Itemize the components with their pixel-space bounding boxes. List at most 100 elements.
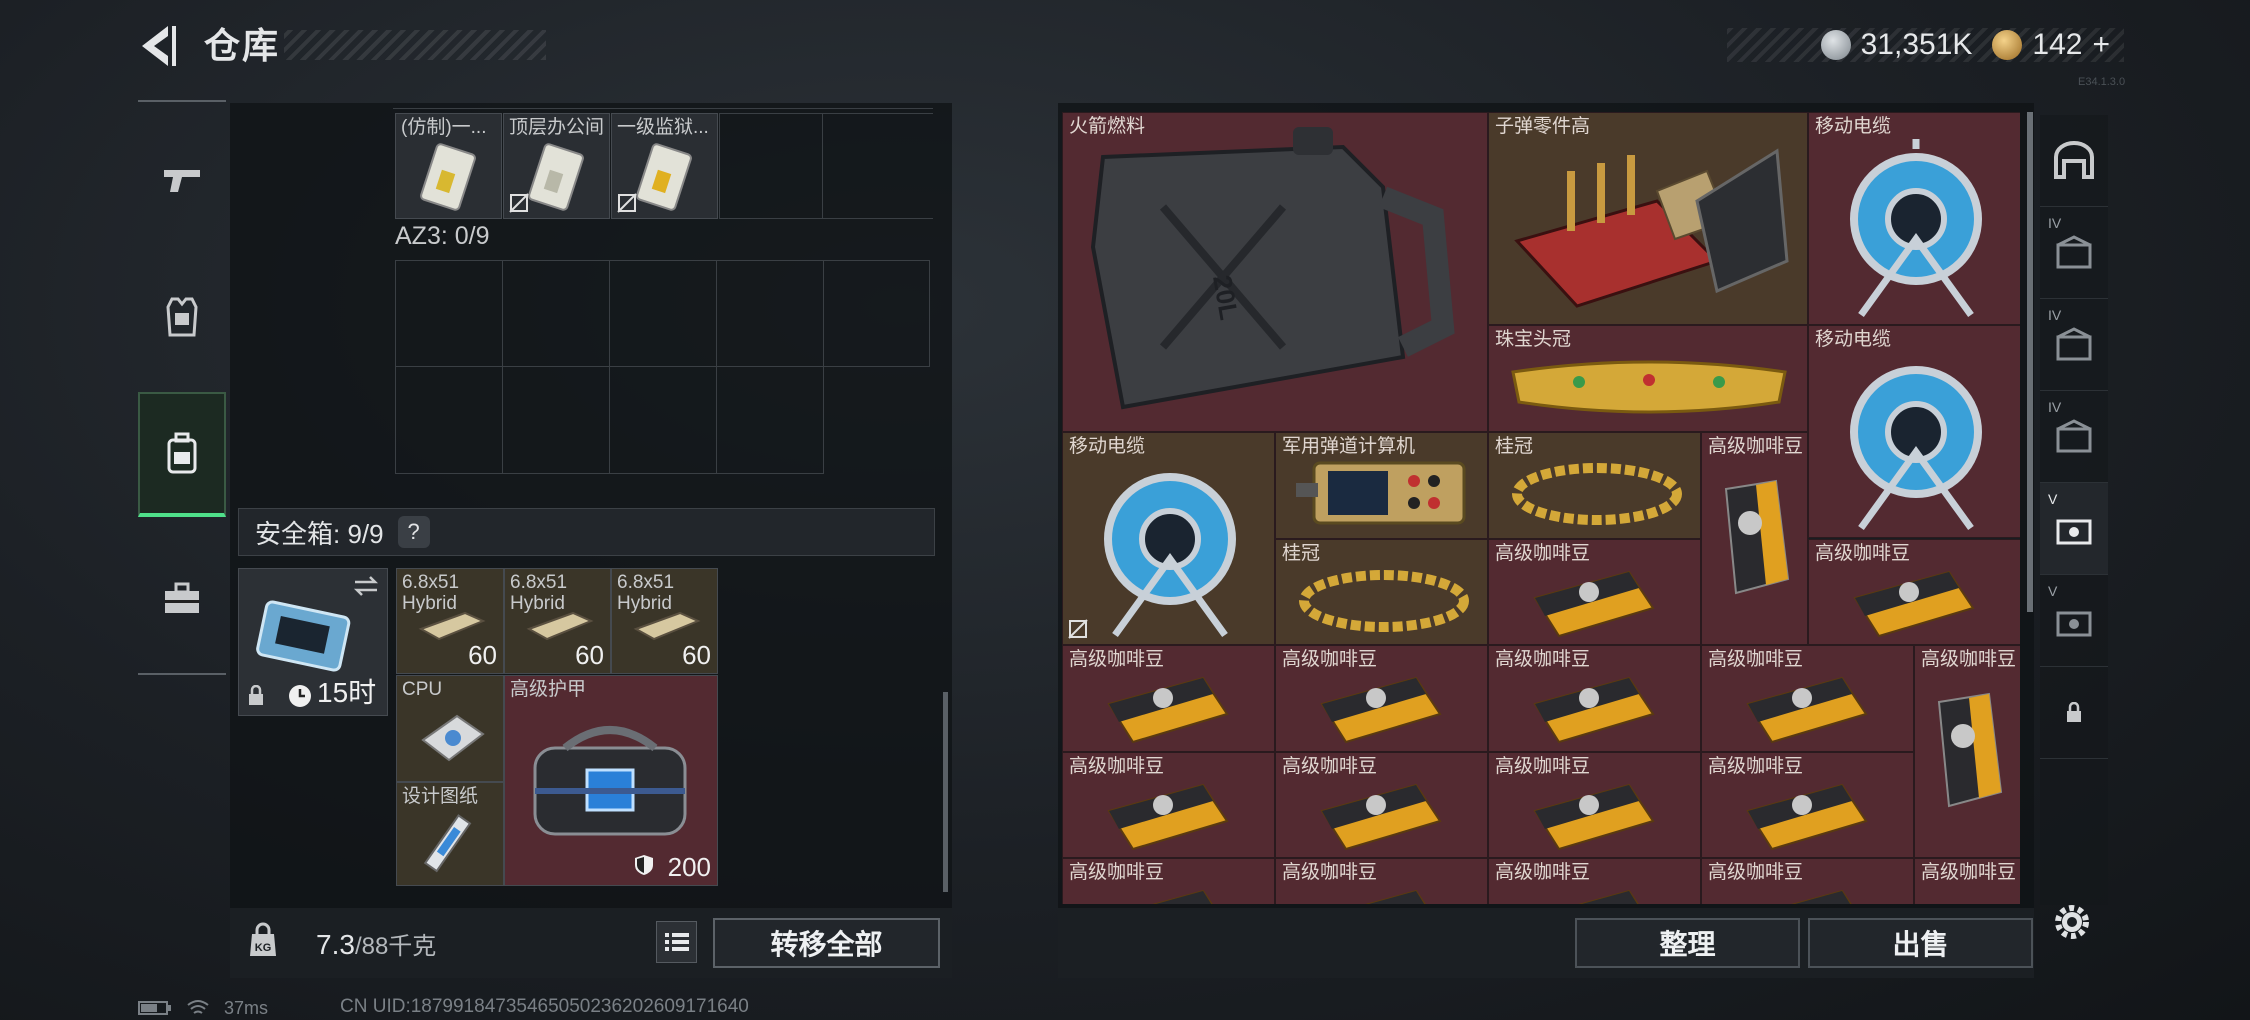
warehouse-icon — [2056, 519, 2092, 544]
premium-coffee-item[interactable]: 高级咖啡豆 — [1275, 858, 1488, 904]
armor-vest-icon — [166, 297, 198, 337]
item-label: 军用弹道计算机 — [1282, 436, 1416, 457]
ammo-box-icon — [418, 611, 486, 641]
lock-icon — [2067, 701, 2081, 722]
premium-coffee-item[interactable]: 高级咖啡豆 — [1914, 645, 2020, 858]
sell-button[interactable]: 出售 — [1808, 918, 2033, 968]
add-gold-button[interactable]: + — [2092, 28, 2110, 62]
stash-tab-iv-2[interactable]: IV — [2040, 299, 2108, 391]
item-label: 高级咖啡豆 — [1069, 862, 1165, 883]
key-card-icon — [636, 143, 692, 211]
transfer-all-button[interactable]: 转移全部 — [713, 918, 940, 968]
uid-label: CN UID:187991847354650502362026091716​40 — [340, 996, 749, 1017]
stash-scrollbar[interactable] — [2027, 112, 2033, 612]
premium-coffee-item[interactable]: 高级咖啡豆 — [1062, 645, 1275, 752]
coffee-bag-icon — [1746, 783, 1868, 851]
tab-case[interactable] — [138, 554, 226, 644]
grid-cell[interactable] — [716, 260, 824, 367]
left-scrollbar[interactable] — [943, 692, 948, 892]
briefcase-icon — [165, 582, 199, 613]
mobile-cable-item[interactable]: 移动电缆 — [1062, 432, 1275, 645]
premium-coffee-item[interactable]: 高级咖啡豆 — [1275, 645, 1488, 752]
mobile-cable-item[interactable]: 移动电缆 — [1808, 325, 2020, 538]
grid-cell[interactable] — [502, 366, 610, 474]
tidy-button[interactable]: 整理 — [1575, 918, 1800, 968]
armor-slot[interactable]: 高级护甲 200 — [504, 675, 718, 886]
back-button[interactable] — [138, 22, 182, 70]
laurel-crown-item[interactable]: 桂冠 — [1488, 432, 1701, 539]
stash-tab-main[interactable] — [2040, 115, 2108, 207]
item-label: 高级咖啡豆 — [1495, 649, 1591, 670]
swap-icon[interactable] — [353, 575, 379, 597]
item-label: 一级监狱... — [617, 117, 709, 138]
tab-weapon[interactable] — [138, 135, 226, 225]
tab-armor[interactable] — [138, 272, 226, 362]
item-label: 高级咖啡豆 — [1708, 436, 1804, 457]
stash-tab-locked[interactable] — [2040, 667, 2108, 759]
empty-slot[interactable] — [719, 113, 823, 219]
laurel-crown-item[interactable]: 桂冠 — [1275, 539, 1488, 645]
weight-value: 7.3 — [316, 929, 355, 960]
premium-coffee-item[interactable]: 高级咖啡豆 — [1488, 645, 1701, 752]
item-label: 移动电缆 — [1069, 436, 1146, 457]
premium-coffee-item[interactable]: 高级咖啡豆 — [1808, 539, 2020, 645]
safe-box-header: 安全箱: 9/9 ? — [238, 508, 935, 556]
coffee-bag-icon — [1791, 889, 1852, 904]
premium-coffee-item[interactable]: 高级咖啡豆 — [1701, 645, 1914, 752]
ammo-slot-1[interactable]: 6.8x51 Hybrid 60 — [396, 568, 504, 674]
item-count: 60 — [575, 640, 604, 670]
grid-cell[interactable] — [609, 366, 717, 474]
rocket-fuel-item[interactable]: 火箭燃料 20L — [1062, 112, 1488, 432]
grid-cell[interactable] — [609, 260, 717, 367]
premium-coffee-item[interactable]: 高级咖啡豆 — [1488, 752, 1701, 858]
ballistic-computer-icon — [1296, 461, 1466, 525]
cpu-slot[interactable]: CPU — [396, 675, 504, 782]
tab-backpack[interactable] — [138, 392, 226, 517]
back-arrow-icon — [142, 26, 176, 66]
premium-coffee-item[interactable]: 高级咖啡豆 — [1488, 539, 1701, 645]
stash-tab-iv-3[interactable]: IV — [2040, 391, 2108, 483]
safe-box-case[interactable]: 15时 — [238, 568, 388, 716]
grid-cell[interactable] — [395, 366, 503, 474]
key-card-slot-3[interactable]: 一级监狱... — [611, 113, 718, 219]
shield-icon — [635, 855, 653, 875]
key-card-slot-1[interactable]: (仿制)一... — [395, 113, 502, 219]
coffee-bag-icon — [1746, 676, 1868, 744]
ballistic-computer-item[interactable]: 军用弹道计算机 — [1275, 432, 1488, 539]
ammo-slot-2[interactable]: 6.8x51 Hybrid 60 — [504, 568, 611, 674]
premium-coffee-item[interactable]: 高级咖啡豆 — [1275, 752, 1488, 858]
settings-gear-icon[interactable] — [2050, 900, 2094, 944]
blueprint-slot[interactable]: 设计图纸 — [396, 782, 504, 886]
grid-cell[interactable] — [502, 260, 610, 367]
tier-label: V — [2048, 583, 2058, 599]
pistol-icon — [164, 170, 200, 192]
premium-coffee-item[interactable]: 高级咖啡豆 — [1488, 858, 1701, 904]
coffee-bag-icon — [1853, 570, 1975, 638]
bullet-parts-item[interactable]: 子弹零件高 — [1488, 112, 1808, 325]
premium-coffee-item[interactable]: 高级咖啡豆 — [1701, 858, 1914, 904]
premium-coffee-item[interactable]: 高级咖啡豆 — [1914, 858, 2020, 904]
warehouse-icon — [2056, 611, 2092, 636]
jewel-tiara-item[interactable]: 珠宝头冠 — [1488, 325, 1808, 432]
stash-tab-v-2[interactable]: V — [2040, 575, 2108, 667]
empty-slot[interactable] — [823, 113, 933, 219]
stash-tab-iv-1[interactable]: IV — [2040, 207, 2108, 299]
ammo-slot-3[interactable]: 6.8x51 Hybrid 60 — [611, 568, 718, 674]
help-button[interactable]: ? — [397, 516, 430, 548]
grid-cell[interactable] — [395, 260, 503, 367]
stash-tab-v-1[interactable]: V — [2040, 483, 2108, 575]
grid-cell[interactable] — [823, 260, 930, 367]
mobile-cable-item[interactable]: 移动电缆 — [1808, 112, 2020, 325]
premium-coffee-item[interactable]: 高级咖啡豆 — [1062, 752, 1275, 858]
left-tab-strip — [138, 100, 226, 675]
battery-icon — [138, 1001, 171, 1015]
list-view-button[interactable] — [656, 921, 697, 963]
tier-label: IV — [2048, 307, 2062, 323]
key-card-slot-2[interactable]: 顶层办公间 — [503, 113, 610, 219]
laurel-crown-icon — [1299, 570, 1469, 632]
grid-cell[interactable] — [716, 366, 824, 474]
premium-coffee-item[interactable]: 高级咖啡豆 — [1701, 432, 1808, 645]
premium-coffee-item[interactable]: 高级咖啡豆 — [1062, 858, 1275, 904]
weight-lock-icon: KG — [250, 922, 276, 956]
premium-coffee-item[interactable]: 高级咖啡豆 — [1701, 752, 1914, 858]
